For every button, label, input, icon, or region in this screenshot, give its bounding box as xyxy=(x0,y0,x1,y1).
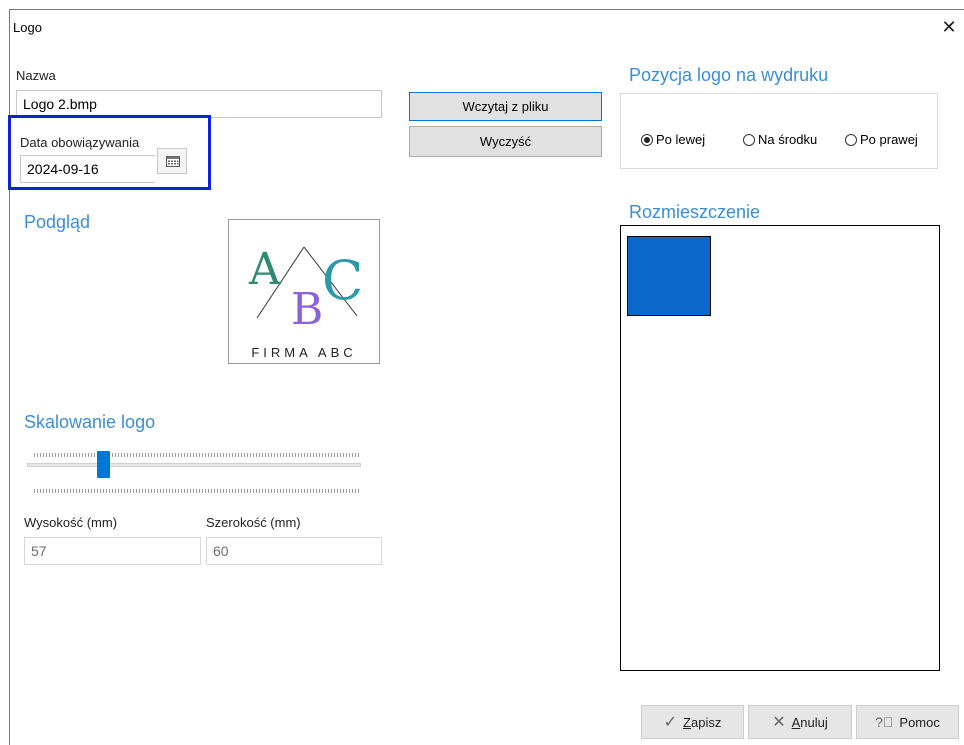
height-label: Wysokość (mm) xyxy=(24,515,118,530)
radio-right-indicator xyxy=(845,133,857,146)
width-input[interactable]: 60 xyxy=(206,537,382,565)
nazwa-label: Nazwa xyxy=(16,68,56,83)
logo-letter-b: B xyxy=(291,284,323,335)
load-from-file-button[interactable]: Wczytaj z pliku xyxy=(409,92,602,121)
date-label: Data obowiązywania xyxy=(20,135,140,150)
calendar-button[interactable] xyxy=(157,148,187,174)
position-group xyxy=(620,93,938,169)
cancel-button[interactable]: ✕ Anuluj xyxy=(748,705,852,739)
calendar-icon xyxy=(166,156,180,167)
help-button[interactable]: ?⃝ Pomoc xyxy=(856,705,959,739)
radio-center-indicator xyxy=(743,133,755,146)
logo-company-name: FIRMA ABC xyxy=(251,345,356,360)
position-section-title: Pozycja logo na wydruku xyxy=(629,65,829,85)
help-icon: ?⃝ xyxy=(875,714,894,730)
logo-letter-a: A xyxy=(248,244,282,295)
help-button-label: Pomoc xyxy=(899,714,940,730)
radio-center[interactable]: Na środku xyxy=(743,132,817,147)
save-button[interactable]: ✓ Zapisz xyxy=(641,705,744,739)
cancel-button-label: Anuluj xyxy=(791,714,828,730)
window-title: Logo xyxy=(13,20,42,35)
scaling-section-title: Skalowanie logo xyxy=(24,412,156,432)
preview-section-title: Podgląd xyxy=(24,212,91,232)
slider-thumb[interactable] xyxy=(97,451,110,478)
x-icon: ✕ xyxy=(772,714,786,731)
nazwa-input[interactable]: Logo 2.bmp xyxy=(16,90,382,118)
slider-ticks-bottom xyxy=(34,489,359,493)
slider-ticks-top xyxy=(34,453,359,457)
radio-right-label: Po prawej xyxy=(860,132,918,147)
radio-left-indicator xyxy=(641,133,653,146)
logo-placement-block xyxy=(627,236,711,316)
clear-button[interactable]: Wyczyść xyxy=(409,126,602,157)
radio-left-label: Po lewej xyxy=(656,132,706,147)
logo-letter-c: C xyxy=(322,249,363,312)
close-icon[interactable]: ✕ xyxy=(938,16,960,38)
date-input[interactable]: 2024-09-16 xyxy=(20,155,155,183)
radio-left[interactable]: Po lewej xyxy=(641,132,705,147)
logo-preview: A B C FIRMA ABC xyxy=(228,219,380,364)
radio-center-label: Na środku xyxy=(758,132,818,147)
layout-preview-area xyxy=(620,225,940,671)
radio-right[interactable]: Po prawej xyxy=(845,132,918,147)
company-logo-image: A B C FIRMA ABC xyxy=(248,244,363,360)
slider-track[interactable] xyxy=(27,463,361,467)
scale-slider[interactable] xyxy=(26,440,366,493)
save-button-label: Zapisz xyxy=(683,714,722,730)
title-bar: Logo ✕ xyxy=(10,10,964,44)
height-input[interactable]: 57 xyxy=(24,537,201,565)
check-icon: ✓ xyxy=(663,714,678,731)
layout-section-title: Rozmieszczenie xyxy=(629,202,761,222)
width-label: Szerokość (mm) xyxy=(206,515,301,530)
